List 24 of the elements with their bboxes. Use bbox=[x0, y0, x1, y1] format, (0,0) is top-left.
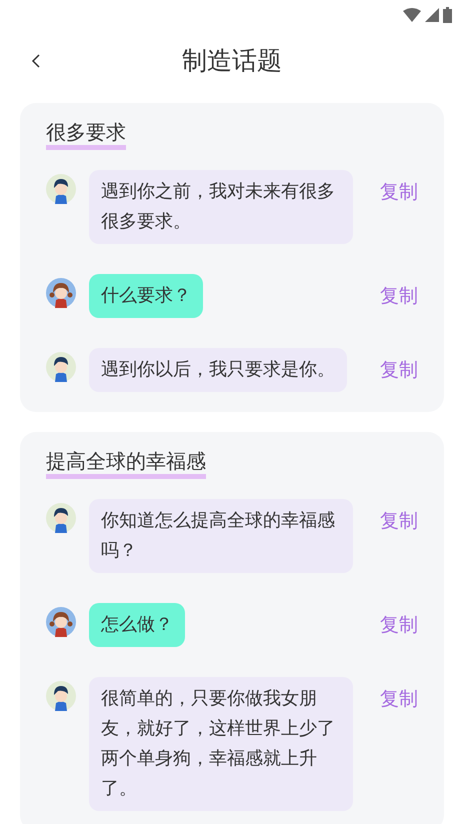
battery-icon bbox=[443, 7, 452, 23]
message-bubble: 怎么做？ bbox=[89, 603, 185, 647]
topic-title: 很多要求 bbox=[46, 119, 126, 150]
girl-avatar-icon bbox=[46, 278, 76, 308]
topic-title: 提高全球的幸福感 bbox=[46, 448, 206, 479]
copy-button[interactable]: 复制 bbox=[380, 499, 418, 536]
wifi-icon bbox=[403, 8, 421, 22]
girl-avatar-icon bbox=[46, 607, 76, 637]
page-title: 制造话题 bbox=[182, 45, 282, 78]
copy-button[interactable]: 复制 bbox=[380, 677, 418, 714]
copy-button[interactable]: 复制 bbox=[380, 603, 418, 640]
copy-button[interactable]: 复制 bbox=[380, 274, 418, 311]
message-bubble: 遇到你之前，我对未来有很多很多要求。 bbox=[89, 170, 353, 244]
copy-button[interactable]: 复制 bbox=[380, 170, 418, 207]
boy-avatar-icon bbox=[46, 174, 76, 204]
message-bubble: 很简单的，只要你做我女朋友，就好了，这样世界上少了两个单身狗，幸福感就上升了。 bbox=[89, 677, 353, 811]
signal-icon bbox=[425, 8, 439, 22]
message-bubble: 什么要求？ bbox=[89, 274, 203, 318]
message-bubble: 你知道怎么提高全球的幸福感吗？ bbox=[89, 499, 353, 573]
message-bubble: 遇到你以后，我只要求是你。 bbox=[89, 348, 347, 392]
boy-avatar-icon bbox=[46, 681, 76, 711]
boy-avatar-icon bbox=[46, 352, 76, 382]
copy-button[interactable]: 复制 bbox=[380, 348, 418, 385]
boy-avatar-icon bbox=[46, 503, 76, 533]
